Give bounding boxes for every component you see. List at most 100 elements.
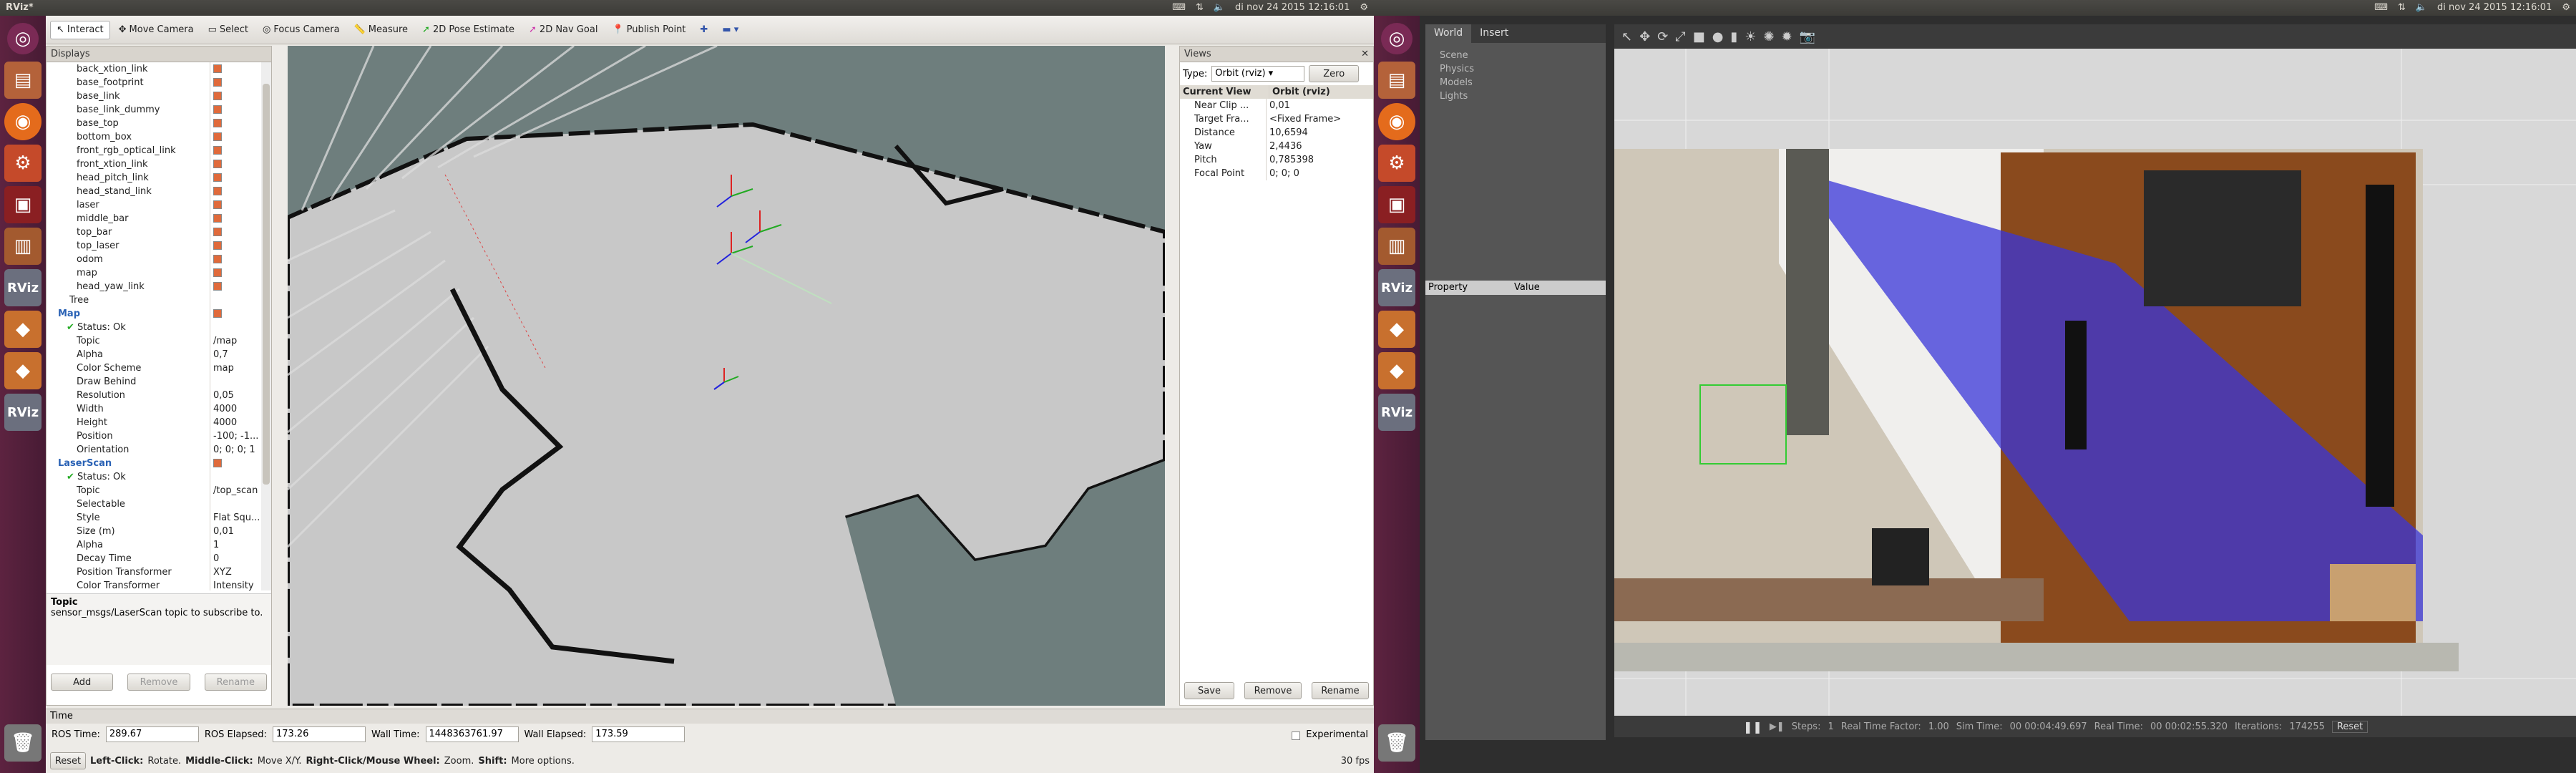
- gazebo-viewport[interactable]: ↖ ✥ ⟳ ⤢ ■ ● ▮ ☀ ✺ ✹ 📷 ❚❚ ▶❚ Steps: 1 Rea…: [1614, 24, 2576, 737]
- box-app-2-icon[interactable]: ◆: [4, 352, 42, 389]
- laser-prop-row[interactable]: Selectable: [49, 497, 261, 511]
- map-prop-row[interactable]: Draw Behind: [49, 375, 261, 389]
- rename-view-button[interactable]: Rename: [1312, 682, 1369, 699]
- tab-world[interactable]: World: [1425, 24, 1472, 43]
- view-prop-row[interactable]: Target Fra... <Fixed Frame>: [1180, 112, 1373, 126]
- firefox-icon[interactable]: ◉: [4, 103, 42, 140]
- media-icon-2[interactable]: ▥: [1378, 228, 1415, 265]
- view-prop-row[interactable]: Focal Point 0; 0; 0: [1180, 167, 1373, 180]
- frame-enabled-checkbox[interactable]: [213, 160, 222, 168]
- zero-button[interactable]: Zero: [1309, 65, 1360, 82]
- nav-goal-tool[interactable]: ➚ 2D Nav Goal: [523, 21, 603, 39]
- wall-elapsed-field[interactable]: 173.59: [592, 726, 686, 742]
- current-view-row[interactable]: Current View Orbit (rviz): [1180, 85, 1373, 99]
- ros-elapsed-field[interactable]: 173.26: [272, 726, 366, 742]
- scale-tool-icon[interactable]: ⤢: [1675, 29, 1685, 44]
- frame-row[interactable]: middle_bar: [49, 212, 261, 225]
- frame-row[interactable]: head_pitch_link: [49, 171, 261, 185]
- files-icon[interactable]: ▤: [4, 62, 42, 99]
- map-status-row[interactable]: ✔ Status: Ok: [49, 321, 261, 334]
- map-prop-row[interactable]: Alpha 0,7: [49, 348, 261, 361]
- interact-tool[interactable]: ↖ Interact: [50, 20, 110, 39]
- view-prop-row[interactable]: Pitch 0,785398: [1180, 153, 1373, 167]
- wall-time-field[interactable]: 1448363761.97: [425, 726, 519, 742]
- rviz-icon-4[interactable]: RViz: [1378, 394, 1415, 431]
- box-app-icon-4[interactable]: ◆: [1378, 352, 1415, 389]
- keyboard-icon[interactable]: ⌨: [1172, 0, 1186, 16]
- frame-row[interactable]: base_top: [49, 117, 261, 130]
- map-prop-row[interactable]: Topic/map: [49, 334, 261, 348]
- gear-icon[interactable]: ⚙: [1360, 0, 1368, 16]
- network-icon-2[interactable]: ⇅: [2398, 0, 2406, 16]
- screenshot-icon[interactable]: 📷: [1800, 29, 1815, 44]
- pose-estimate-tool[interactable]: ➚ 2D Pose Estimate: [416, 21, 520, 39]
- world-tree-item[interactable]: Models: [1425, 76, 1606, 89]
- frame-enabled-checkbox[interactable]: [213, 132, 222, 141]
- experimental-checkbox[interactable]: [1292, 731, 1301, 740]
- rename-display-button[interactable]: Rename: [204, 674, 267, 691]
- laser-prop-row[interactable]: Position Transformer XYZ: [49, 565, 261, 579]
- tab-insert[interactable]: Insert: [1471, 24, 1517, 43]
- gazebo-reset-button[interactable]: Reset: [2331, 720, 2368, 733]
- trash-icon-2[interactable]: 🗑: [1378, 724, 1415, 762]
- world-tree-item[interactable]: Lights: [1425, 89, 1606, 103]
- world-tree-item[interactable]: Scene: [1425, 49, 1606, 62]
- frame-enabled-checkbox[interactable]: [213, 187, 222, 195]
- frame-row[interactable]: top_bar: [49, 225, 261, 239]
- frame-row[interactable]: base_footprint: [49, 76, 261, 89]
- frame-row[interactable]: front_xtion_link: [49, 157, 261, 171]
- frame-enabled-checkbox[interactable]: [213, 228, 222, 236]
- add-tool-button[interactable]: ✚: [694, 21, 713, 39]
- ubuntu-dash-icon[interactable]: ◎: [7, 23, 39, 54]
- focus-camera-tool[interactable]: ◎ Focus Camera: [257, 21, 346, 39]
- frame-enabled-checkbox[interactable]: [213, 64, 222, 73]
- save-view-button[interactable]: Save: [1184, 682, 1234, 699]
- volume-icon-2[interactable]: 🔈: [2416, 0, 2427, 16]
- sun-light-icon[interactable]: ☀: [1745, 29, 1756, 44]
- move-camera-tool[interactable]: ✥ Move Camera: [113, 21, 200, 39]
- laser-prop-row[interactable]: Decay Time 0: [49, 552, 261, 565]
- add-display-button[interactable]: Add: [51, 674, 114, 691]
- step-icon[interactable]: ▶❚: [1770, 721, 1785, 732]
- frame-enabled-checkbox[interactable]: [213, 78, 222, 87]
- box-shape-icon[interactable]: ■: [1693, 29, 1705, 44]
- trash-icon[interactable]: 🗑: [4, 724, 42, 762]
- steps-value[interactable]: 1: [1828, 721, 1833, 732]
- clock[interactable]: di nov 24 2015 12:16:01: [1235, 0, 1350, 16]
- map-prop-row[interactable]: Resolution 0,05: [49, 389, 261, 402]
- terminal-icon-2[interactable]: ▣: [1378, 186, 1415, 223]
- map-prop-row[interactable]: Width 4000: [49, 402, 261, 416]
- gear-icon-2[interactable]: ⚙: [2562, 0, 2570, 16]
- translate-tool-icon[interactable]: ✥: [1639, 29, 1650, 44]
- map-prop-row[interactable]: Orientation 0; 0; 0; 1: [49, 443, 261, 457]
- frame-row[interactable]: top_laser: [49, 239, 261, 253]
- view-type-select[interactable]: Orbit (rviz) ▾: [1211, 66, 1305, 82]
- laser-prop-row[interactable]: Size (m) 0,01: [49, 525, 261, 538]
- frame-row[interactable]: odom: [49, 253, 261, 266]
- spot-light-icon[interactable]: ✹: [1782, 29, 1792, 44]
- network-icon[interactable]: ⇅: [1196, 0, 1204, 16]
- cylinder-shape-icon[interactable]: ▮: [1730, 29, 1737, 44]
- frame-enabled-checkbox[interactable]: [213, 200, 222, 209]
- firefox-icon-2[interactable]: ◉: [1378, 103, 1415, 140]
- arrow-tool-icon[interactable]: ↖: [1621, 29, 1632, 44]
- frame-row[interactable]: front_rgb_optical_link: [49, 144, 261, 157]
- tree-row[interactable]: Tree: [49, 293, 261, 307]
- close-icon[interactable]: ✕: [1361, 47, 1369, 62]
- view-prop-row[interactable]: Near Clip ... 0,01: [1180, 99, 1373, 112]
- box-app-icon[interactable]: ◆: [4, 311, 42, 348]
- displays-scrollbar[interactable]: [261, 62, 271, 590]
- box-app-icon-3[interactable]: ◆: [1378, 311, 1415, 348]
- sphere-shape-icon[interactable]: ●: [1712, 29, 1724, 44]
- frame-enabled-checkbox[interactable]: [213, 92, 222, 100]
- world-tree-item[interactable]: Physics: [1425, 62, 1606, 76]
- laser-prop-row[interactable]: Style Flat Squ...: [49, 511, 261, 525]
- frame-enabled-checkbox[interactable]: [213, 255, 222, 263]
- reset-button[interactable]: Reset: [50, 752, 86, 769]
- map-enabled-checkbox[interactable]: [213, 309, 222, 318]
- frame-enabled-checkbox[interactable]: [213, 214, 222, 223]
- rviz-icon[interactable]: RViz: [4, 269, 42, 306]
- ubuntu-dash-icon-2[interactable]: ◎: [1381, 23, 1413, 54]
- measure-tool[interactable]: 📏 Measure: [348, 21, 414, 39]
- frame-enabled-checkbox[interactable]: [213, 268, 222, 277]
